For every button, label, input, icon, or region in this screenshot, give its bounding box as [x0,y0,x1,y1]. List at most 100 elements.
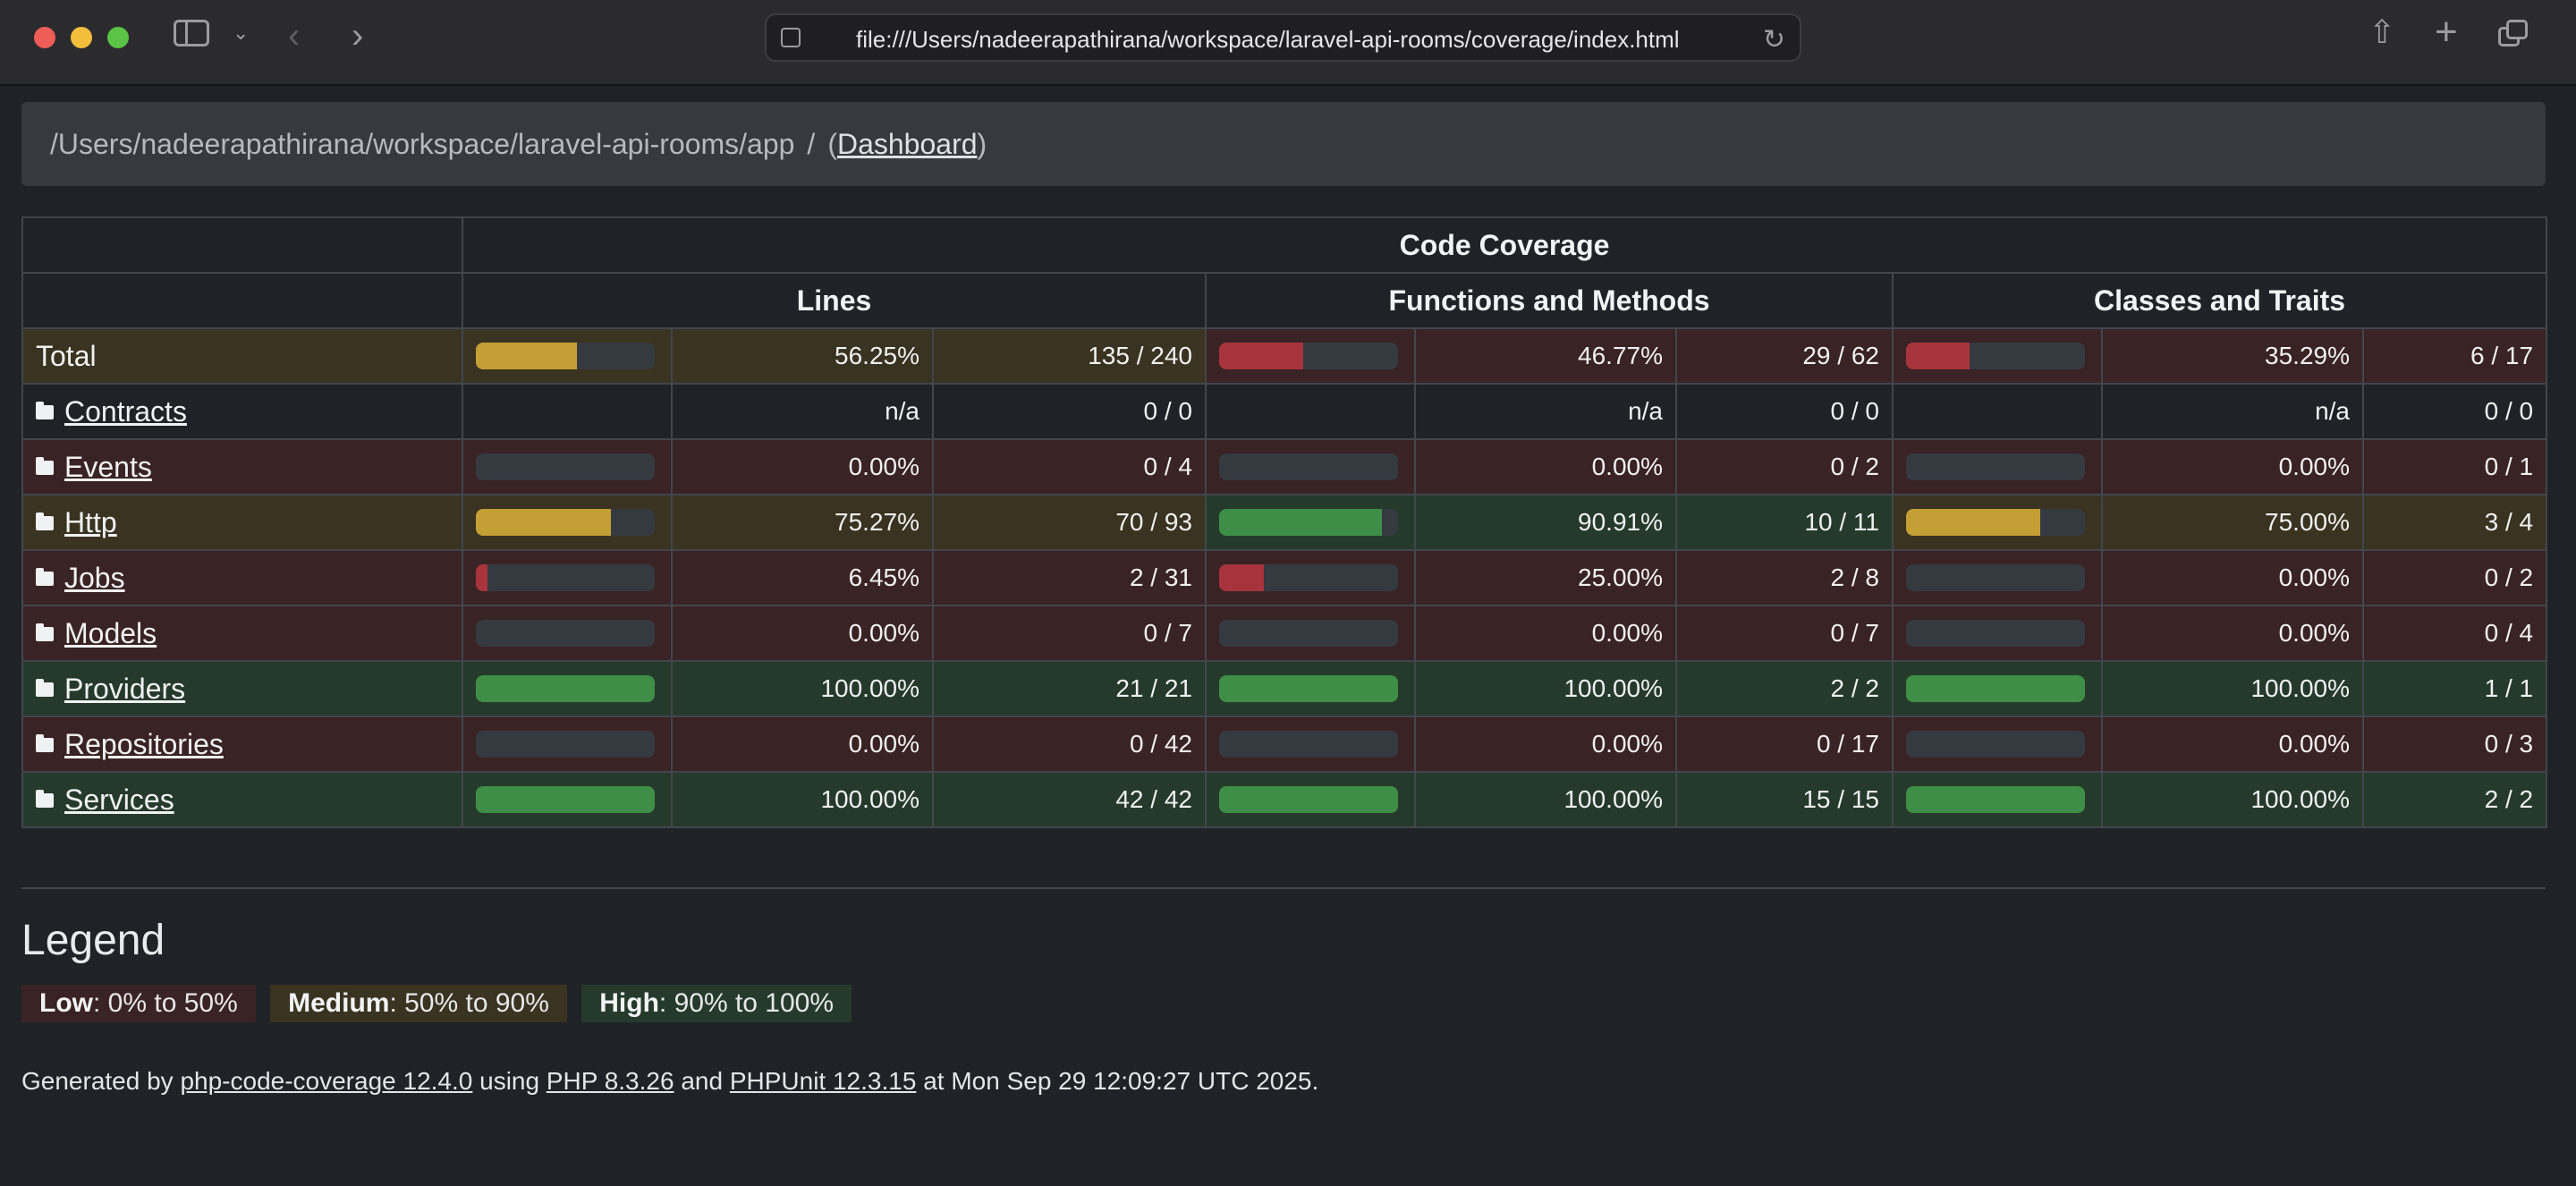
sidebar-toggle-icon[interactable] [174,20,209,47]
classes-count: 0 / 4 [2361,605,2548,662]
breadcrumb-separator: / [807,128,816,160]
row-name-cell[interactable]: Services [21,771,463,828]
row-name-cell[interactable]: Models [21,605,463,662]
classes-progress-bar [1906,453,2085,480]
chevron-down-icon[interactable]: ⌄ [233,23,249,43]
breadcrumb: /Users/nadeerapathirana/workspace/larave… [21,102,2546,186]
share-icon[interactable]: ⇧ [2368,16,2395,48]
lines-progress-fill [476,509,611,536]
row-name-cell[interactable]: Http [21,494,463,551]
php-code-coverage-link[interactable]: php-code-coverage 12.4.0 [180,1067,472,1095]
functions-progress-fill [1219,343,1303,369]
lines-bar-cell [462,383,673,440]
footer-timestamp: at Mon Sep 29 12:09:27 UTC 2025. [916,1067,1319,1095]
footer-generated-by: Generated by [21,1067,181,1095]
functions-bar-cell [1205,605,1416,662]
tab-overview-icon[interactable] [2498,20,2529,48]
lines-percent: 0.00% [671,438,934,496]
classes-bar-cell [1892,327,2103,385]
functions-bar-cell [1205,549,1416,606]
row-name-cell: Total [21,327,463,385]
folder-icon [36,512,54,530]
functions-progress-fill [1219,564,1264,591]
functions-percent: 0.00% [1414,438,1677,496]
lines-percent: 6.45% [671,549,934,606]
legend: Low: 0% to 50% Medium: 50% to 90% High: … [21,985,2546,1022]
legend-medium-label: Medium [288,988,390,1018]
classes-count: 2 / 2 [2361,771,2548,828]
url-text[interactable]: file:///Users/nadeerapathirana/workspace… [856,26,1680,54]
classes-percent: 100.00% [2101,660,2364,717]
classes-count: 3 / 4 [2361,494,2548,551]
coverage-table: Code Coverage Lines Functions and Method… [21,216,2548,828]
classes-progress-bar [1906,675,2085,702]
page-menu-icon[interactable] [781,28,801,47]
functions-percent: 0.00% [1414,716,1677,773]
classes-progress-fill [1906,786,2085,813]
row-name-cell[interactable]: Jobs [21,549,463,606]
code-coverage-header: Code Coverage [461,216,2548,274]
phpunit-link[interactable]: PHPUnit 12.3.15 [730,1067,917,1095]
breadcrumb-paren-open: ( [827,128,837,160]
classes-count: 0 / 1 [2361,438,2548,496]
classes-progress-bar [1906,343,2085,369]
lines-progress-bar [476,675,655,702]
classes-progress-bar [1906,564,2085,591]
lines-bar-cell [462,494,673,551]
classes-percent: 35.29% [2101,327,2364,385]
lines-progress-fill [476,343,577,369]
lines-percent: 56.25% [671,327,934,385]
lines-percent: 0.00% [671,605,934,662]
functions-progress-bar [1219,786,1398,813]
functions-progress-bar [1219,620,1398,647]
directory-link[interactable]: Providers [64,673,185,705]
lines-count: 0 / 0 [932,383,1207,440]
table-row: Jobs 6.45% 2 / 31 25.00% 2 / 8 0.00% 0 / 2 [21,549,2548,606]
legend-low-label: Low [39,988,93,1018]
php-link[interactable]: PHP 8.3.26 [547,1067,674,1095]
forward-arrow-icon[interactable]: › [352,18,363,54]
row-name-cell[interactable]: Repositories [21,716,463,773]
functions-progress-bar [1219,731,1398,758]
directory-link[interactable]: Jobs [64,562,125,594]
classes-progress-bar [1906,509,2085,536]
classes-bar-cell [1892,383,2103,440]
directory-link[interactable]: Http [64,506,117,538]
functions-percent: 0.00% [1414,605,1677,662]
lines-bar-cell [462,549,673,606]
directory-link[interactable]: Services [64,784,174,816]
classes-bar-cell [1892,549,2103,606]
functions-count: 29 / 62 [1675,327,1894,385]
lines-progress-bar [476,564,655,591]
folder-icon [36,733,54,752]
classes-count: 0 / 0 [2361,383,2548,440]
reload-icon[interactable]: ↻ [1763,24,1785,55]
directory-link[interactable]: Models [64,617,157,649]
directory-link[interactable]: Repositories [64,728,224,760]
new-tab-icon[interactable]: + [2435,13,2458,52]
table-row: Providers 100.00% 21 / 21 100.00% 2 / 2 100.0… [21,660,2548,717]
minimize-window-button[interactable] [71,27,92,48]
close-window-button[interactable] [34,27,55,48]
functions-bar-cell [1205,771,1416,828]
directory-link[interactable]: Events [64,451,152,483]
classes-percent: n/a [2101,383,2364,440]
zoom-window-button[interactable] [107,27,129,48]
dashboard-link[interactable]: Dashboard [837,128,978,160]
row-name-cell[interactable]: Events [21,438,463,496]
breadcrumb-path: /Users/nadeerapathirana/workspace/larave… [50,128,795,160]
footer-using: using [472,1067,547,1095]
lines-bar-cell [462,660,673,717]
classes-bar-cell [1892,660,2103,717]
address-bar[interactable]: file:///Users/nadeerapathirana/workspace… [765,13,1801,62]
lines-bar-cell [462,716,673,773]
directory-link[interactable]: Contracts [64,395,187,428]
functions-progress-fill [1219,786,1398,813]
classes-progress-bar [1906,731,2085,758]
corner-header [21,216,463,274]
back-arrow-icon[interactable]: ‹ [288,18,300,54]
table-row: Contracts n/a 0 / 0 n/a 0 / 0 n/a 0 / 0 [21,383,2548,440]
lines-count: 42 / 42 [932,771,1207,828]
row-name-cell[interactable]: Contracts [21,383,463,440]
row-name-cell[interactable]: Providers [21,660,463,717]
